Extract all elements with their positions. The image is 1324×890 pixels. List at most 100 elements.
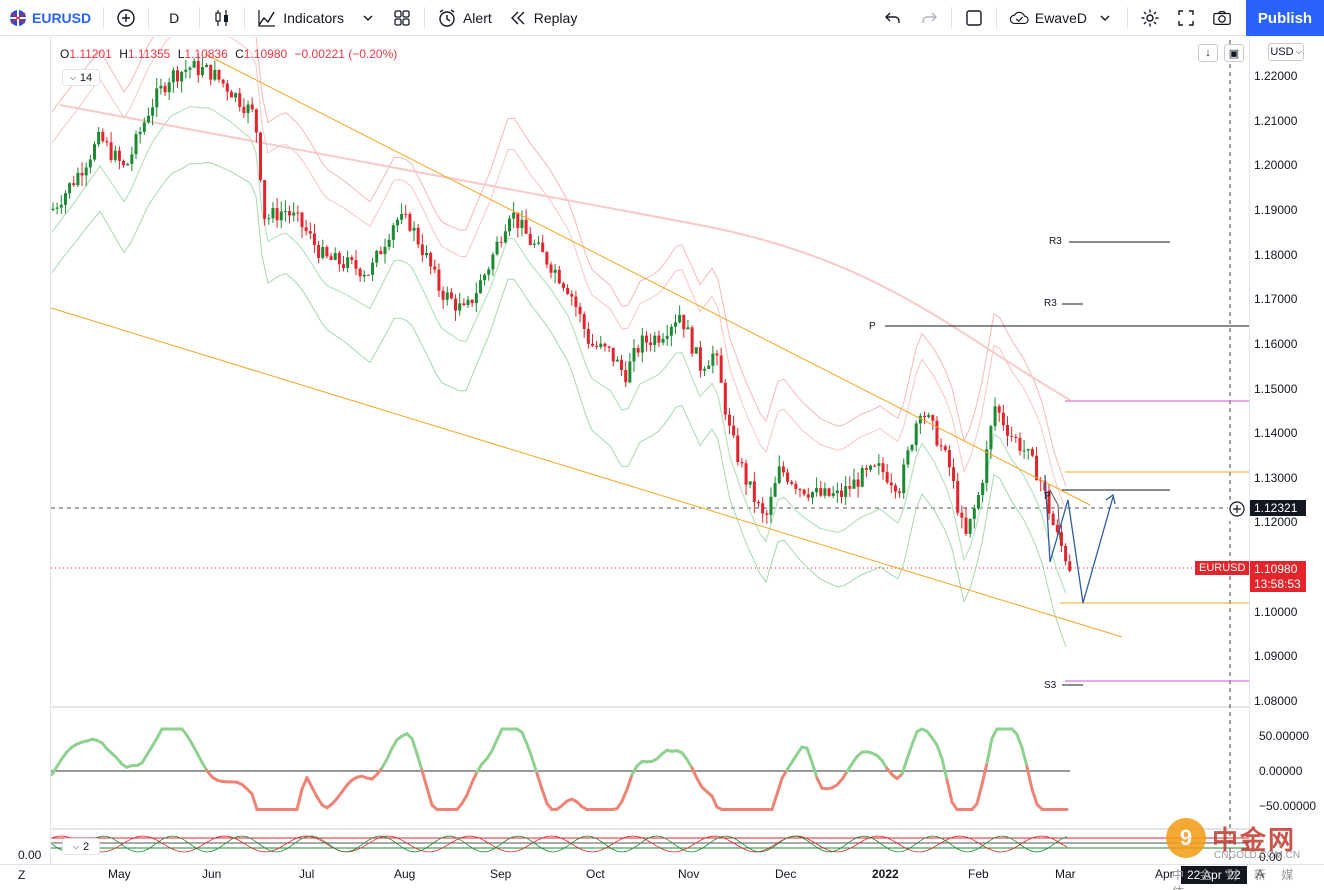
time-label: Oct (586, 867, 605, 881)
timezone-label[interactable]: Z (18, 868, 25, 882)
candle-body (910, 445, 914, 451)
divider (423, 6, 425, 29)
candle-body (503, 231, 507, 243)
scroll-down-button[interactable]: ↓ (1198, 44, 1218, 62)
candle-body (466, 299, 470, 306)
chevron-down-icon: ⌵ (1295, 47, 1302, 56)
divider (995, 7, 997, 29)
watermark-site: CNGOLD.COM.CN (1214, 850, 1301, 861)
layout-select-button[interactable] (956, 0, 992, 36)
candle-body (325, 247, 329, 257)
currency-select[interactable]: USD ⌵ (1268, 43, 1304, 61)
maximize-pane-button[interactable]: ▣ (1224, 44, 1244, 62)
candle-body (561, 283, 565, 288)
divider (950, 7, 952, 29)
interval-button[interactable]: D (153, 0, 195, 36)
right-toolbar: EwaveD (875, 0, 1240, 36)
candle-body (985, 449, 989, 483)
publish-button[interactable]: Publish (1246, 0, 1324, 36)
fullscreen-button[interactable] (1168, 0, 1204, 36)
upper-band (51, 37, 1067, 487)
time-axis[interactable] (0, 864, 1324, 890)
trend-line-lower (50, 307, 1123, 638)
indicator-length-toggle[interactable]: ⌵ 14 (62, 69, 100, 86)
undo-icon (883, 8, 903, 28)
candles (51, 53, 1072, 573)
osc-segment (420, 768, 429, 790)
candle-body (786, 472, 790, 482)
settings-button[interactable] (1132, 0, 1168, 36)
osc-segment (985, 736, 994, 765)
candle-body (690, 327, 694, 354)
candle-body (819, 488, 823, 496)
osc-segment (1025, 765, 1034, 791)
compare-button[interactable] (108, 0, 144, 36)
osc-segment (190, 742, 199, 755)
indicators-button[interactable]: Indicators (249, 0, 352, 36)
templates-button[interactable] (384, 0, 420, 36)
undo-button[interactable] (875, 0, 911, 36)
open-value: 1.11201 (69, 47, 112, 61)
candle-body (101, 131, 105, 142)
candle-body (611, 347, 615, 362)
candle-body (810, 492, 814, 498)
price-tick: 1.10000 (1254, 604, 1298, 619)
divider (148, 6, 150, 29)
osc-segment (905, 743, 914, 761)
osc-segment (415, 752, 424, 772)
crosshair-add-button[interactable] (1228, 500, 1246, 521)
save-layout-button[interactable]: EwaveD (1001, 0, 1123, 36)
favorites-dropdown[interactable] (352, 0, 384, 36)
candle-body (105, 141, 109, 143)
oscillator-length-toggle[interactable]: ⌵ 2 (62, 838, 100, 855)
candle-body (337, 253, 341, 265)
osc-segment (805, 746, 814, 764)
osc-segment (990, 727, 999, 740)
candle-body (686, 327, 690, 330)
osc-segment (940, 757, 949, 782)
candle-body (445, 292, 449, 300)
divider (1127, 7, 1128, 29)
replay-button[interactable]: Replay (500, 0, 586, 36)
osc-segment (910, 730, 919, 747)
candle-body (176, 70, 179, 82)
osc-segment (900, 757, 909, 776)
candle-body (495, 241, 499, 255)
flag-icon (8, 8, 28, 28)
price-tick: 1.08000 (1254, 694, 1298, 708)
crosshair-price-tag: 1.12321 (1250, 500, 1306, 516)
lower-band (51, 161, 1067, 648)
candle-body (918, 415, 922, 424)
osc-tick: −50.00000 (1259, 799, 1317, 813)
candle-body (420, 244, 424, 256)
osc-segment (695, 776, 704, 789)
price-tick: 1.09000 (1254, 649, 1298, 664)
candle-body (902, 464, 906, 494)
redo-button[interactable] (911, 0, 947, 36)
candle-body (221, 79, 225, 84)
candle-body (524, 219, 528, 234)
snapshot-button[interactable] (1204, 0, 1240, 36)
watermark-logo: 9 (1166, 818, 1206, 858)
candle-body (93, 144, 96, 160)
add-icon (116, 8, 136, 28)
candle-body (545, 252, 549, 265)
candle-body (184, 69, 188, 72)
osc-segment (495, 727, 504, 742)
candle-body (935, 420, 939, 446)
candle-body (877, 463, 881, 466)
alert-button[interactable]: Alert (429, 0, 500, 36)
candle-body (591, 343, 594, 346)
candle-body (678, 314, 682, 323)
candle-body (408, 214, 412, 231)
symbol-search[interactable]: EURUSD (0, 0, 99, 36)
price-chart[interactable] (0, 37, 1324, 890)
candle-body (254, 109, 258, 133)
candle-body (711, 353, 715, 366)
candle-body (246, 104, 250, 114)
candle-body (366, 274, 370, 276)
candle-body (674, 322, 677, 327)
candle-body (781, 466, 785, 473)
chart-type-button[interactable] (204, 0, 240, 36)
candle-body (499, 241, 503, 243)
